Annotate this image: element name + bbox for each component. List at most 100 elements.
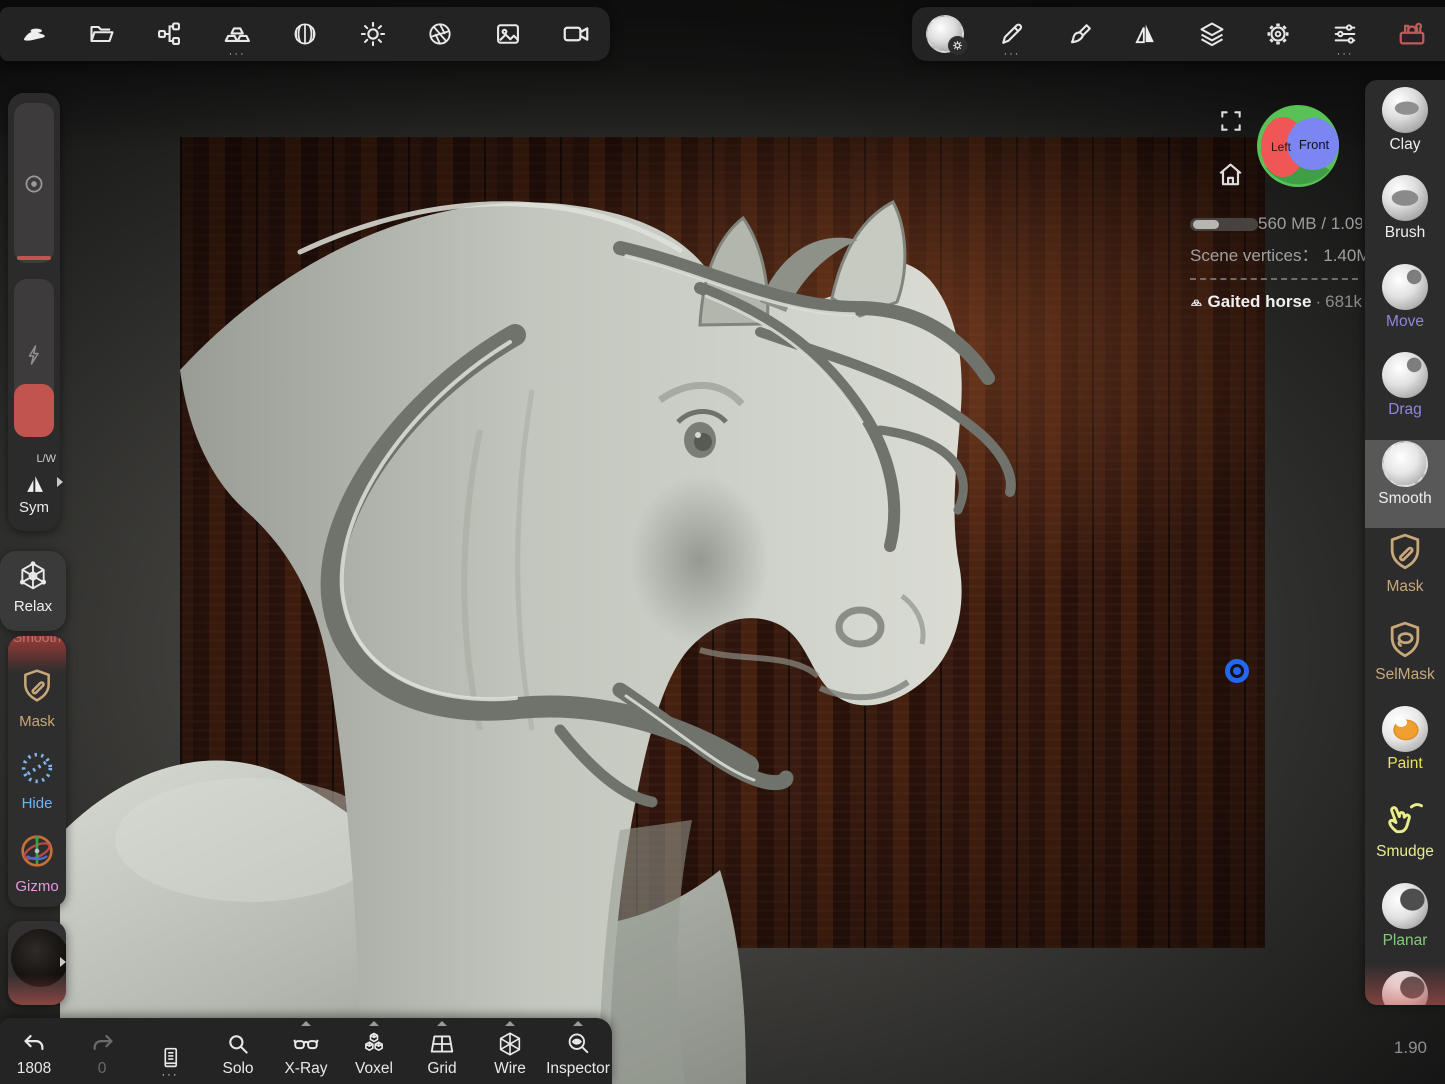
tool-planar[interactable]: Planar	[1365, 882, 1445, 970]
topbar-left: ···	[0, 7, 610, 61]
material-panel[interactable]	[8, 921, 66, 1005]
voxel-label: Voxel	[355, 1060, 393, 1078]
camera-button[interactable]	[554, 12, 598, 56]
background-image-icon	[494, 20, 522, 48]
undo-arrow-icon	[21, 1031, 48, 1058]
partial-tool-thumb-icon	[1382, 971, 1428, 1005]
symmetry-icon	[21, 471, 48, 498]
tool-partial[interactable]	[1365, 970, 1445, 1005]
grid-icon	[428, 1030, 456, 1058]
tool-label: Smudge	[1376, 843, 1434, 861]
radius-slider[interactable]	[14, 103, 54, 263]
tool-label: Mask	[1386, 578, 1423, 596]
lighting-sun-icon	[359, 20, 387, 48]
tool-label: Planar	[1383, 932, 1428, 950]
relax-button[interactable]: Relax	[0, 551, 66, 631]
toolbox-button[interactable]	[1390, 12, 1434, 56]
caret-up-icon	[369, 1021, 379, 1026]
material-button[interactable]	[1057, 12, 1101, 56]
clay-thumb-icon	[1382, 87, 1428, 133]
interface-sliders-button[interactable]: ···	[1323, 12, 1367, 56]
material-paintbrush-icon	[1065, 20, 1093, 48]
hide-dotted-icon	[17, 748, 57, 788]
brush-settings-gear-icon[interactable]	[948, 36, 967, 55]
xray-glasses-icon	[292, 1030, 320, 1058]
layers-button[interactable]	[1190, 12, 1234, 56]
selmask-shield-icon	[1383, 617, 1427, 663]
scene-vertices-value: 1.40M	[1323, 246, 1370, 265]
toolbox-icon	[1397, 19, 1427, 49]
solo-button[interactable]: Solo	[204, 1018, 272, 1084]
object-ingots-icon	[1190, 294, 1203, 311]
history-notebook-icon	[158, 1045, 183, 1070]
tool-mask[interactable]: Mask	[1365, 528, 1445, 616]
symmetry-button[interactable]	[1123, 12, 1167, 56]
scene-stats-hud: 560 MB / 1.09 G Scene vertices： 1.40M Ga…	[1190, 214, 1362, 312]
intensity-slider[interactable]	[14, 279, 54, 437]
app-logo-button[interactable]	[12, 12, 56, 56]
postprocess-button[interactable]	[418, 12, 462, 56]
settings-button[interactable]	[1256, 12, 1300, 56]
mask-shield-icon	[17, 666, 57, 706]
intensity-slider-fill	[14, 384, 54, 437]
memory-bar	[1190, 218, 1258, 231]
undo-button[interactable]: 1808	[0, 1018, 68, 1084]
mask-button[interactable]: Mask	[8, 666, 66, 730]
xray-button[interactable]: X-Ray	[272, 1018, 340, 1084]
intensity-lightning-icon	[14, 343, 54, 367]
memory-usage: 560 MB / 1.09 G	[1258, 214, 1362, 234]
sculpt-model-horse	[60, 130, 1270, 1084]
gizmo-label: Gizmo	[8, 878, 66, 895]
relax-label: Relax	[0, 598, 66, 615]
object-vertex-count: 681k	[1325, 292, 1362, 312]
topbar-right: ··· ···	[912, 7, 1445, 61]
voxel-cubes-icon	[360, 1030, 388, 1058]
postprocess-aperture-icon	[426, 20, 454, 48]
scene-vertices-label: Scene vertices：	[1190, 246, 1319, 265]
hide-button[interactable]: Hide	[8, 748, 66, 812]
files-button[interactable]	[80, 12, 124, 56]
inspector-eye-icon	[564, 1030, 592, 1058]
symmetry-button[interactable]: Sym	[8, 499, 60, 516]
tool-label: Clay	[1389, 136, 1420, 154]
drag-thumb-icon	[1382, 352, 1428, 398]
home-view-button[interactable]	[1216, 160, 1245, 189]
fullscreen-button[interactable]	[1218, 108, 1244, 134]
object-row[interactable]: Gaited horse · 681k	[1190, 292, 1362, 312]
tool-smooth[interactable]: Smooth	[1365, 440, 1445, 528]
tool-drag[interactable]: Drag	[1365, 351, 1445, 439]
tool-selmask[interactable]: SelMask	[1365, 616, 1445, 704]
stroke-button[interactable]: ···	[990, 12, 1034, 56]
topology-button[interactable]	[283, 12, 327, 56]
inspector-button[interactable]: Inspector	[544, 1018, 612, 1084]
scene-graph-button[interactable]	[147, 12, 191, 56]
tool-clay[interactable]: Clay	[1365, 86, 1445, 174]
symmetry-flyout-caret-icon[interactable]	[57, 477, 63, 487]
tool-paint[interactable]: Paint	[1365, 705, 1445, 793]
lighting-button[interactable]	[351, 12, 395, 56]
history-button[interactable]: ···	[136, 1018, 204, 1084]
tool-brush[interactable]: Brush	[1365, 174, 1445, 262]
matcap-sphere-icon	[11, 929, 66, 987]
gizmo-button[interactable]: Gizmo	[8, 831, 66, 895]
wire-button[interactable]: Wire	[476, 1018, 544, 1084]
app-logo-icon	[19, 19, 49, 49]
caret-up-icon	[573, 1021, 583, 1026]
tool-smudge[interactable]: Smudge	[1365, 793, 1445, 881]
tool-label: Paint	[1387, 755, 1422, 773]
object-separator: ·	[1315, 292, 1321, 312]
memory-bar-fill	[1193, 220, 1219, 229]
hide-label: Hide	[8, 795, 66, 812]
tool-move[interactable]: Move	[1365, 263, 1445, 351]
background-image-button[interactable]	[486, 12, 530, 56]
solo-label: Solo	[222, 1060, 253, 1078]
layers-ingots-button[interactable]: ···	[215, 12, 259, 56]
history-more-dots: ···	[162, 1072, 179, 1078]
voxel-button[interactable]: Voxel	[340, 1018, 408, 1084]
orientation-gizmo[interactable]: Left Front	[1256, 104, 1340, 188]
grid-button[interactable]: Grid	[408, 1018, 476, 1084]
redo-button[interactable]: 0	[68, 1018, 136, 1084]
gizmo-icon	[17, 831, 57, 871]
active-brush-button[interactable]	[923, 12, 967, 56]
material-flyout-caret-icon[interactable]	[60, 957, 66, 967]
